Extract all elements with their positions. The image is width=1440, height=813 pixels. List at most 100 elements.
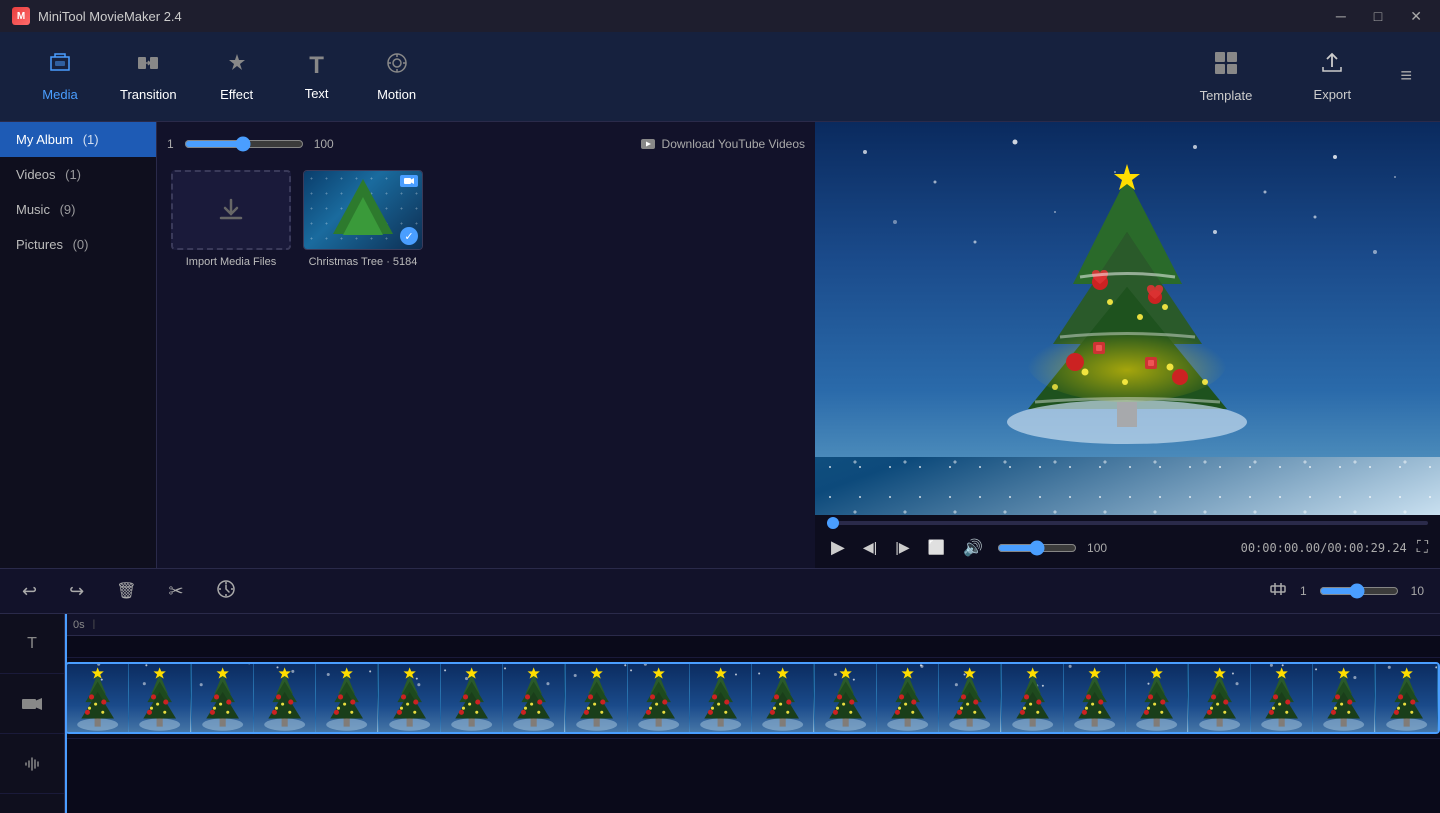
hamburger-button[interactable]: ≡ — [1392, 57, 1420, 96]
text-label: Text — [305, 86, 329, 101]
music-count: (9) — [56, 202, 76, 217]
title-bar: M MiniTool MovieMaker 2.4 ─ □ ✕ — [0, 0, 1440, 32]
toolbar: Media Transition Effect T Text — [0, 32, 1440, 122]
import-thumbnail[interactable] — [171, 170, 291, 250]
minimize-button[interactable]: ─ — [1330, 6, 1352, 27]
strip-frame — [67, 664, 129, 732]
effect-icon — [225, 51, 249, 81]
controls-row: ▶ ◀| |▶ ⬜ 🔊 100 00:00:00.00/00:00:29.24 … — [827, 533, 1428, 562]
detach-button[interactable] — [210, 575, 242, 608]
strip-frame — [1189, 664, 1251, 732]
toolbar-item-media[interactable]: Media — [20, 43, 100, 110]
timeline-toolbar: ↩ ↪ 🗑 ✂ 1 10 — [0, 569, 1440, 614]
xmas-tree-shape — [333, 179, 393, 234]
strip-frame — [690, 664, 752, 732]
download-youtube-link[interactable]: Download YouTube Videos — [640, 136, 805, 152]
progress-dot — [827, 517, 839, 529]
ruler-playhead-marker: | — [93, 619, 96, 630]
progress-bar-container[interactable] — [827, 521, 1428, 525]
transition-icon — [136, 51, 160, 81]
volume-slider[interactable] — [997, 540, 1077, 556]
timeline-zoom-right: 10 — [1411, 584, 1424, 598]
step-forward-button[interactable]: |▶ — [891, 535, 913, 560]
transition-label: Transition — [120, 87, 177, 102]
strip-frame — [1126, 664, 1188, 732]
toolbar-item-text[interactable]: T Text — [277, 44, 357, 109]
motion-icon — [385, 51, 409, 81]
toolbar-item-effect[interactable]: Effect — [197, 43, 277, 110]
timeline-playhead[interactable] — [65, 614, 67, 813]
timeline-ruler-label: 0s — [73, 619, 85, 631]
strip-frame — [877, 664, 939, 732]
strip-frame — [1064, 664, 1126, 732]
strip-frame — [1313, 664, 1375, 732]
youtube-icon — [640, 136, 656, 152]
text-icon: T — [309, 52, 324, 80]
strip-frame — [503, 664, 565, 732]
christmas-tree-thumbnail: ✓ — [303, 170, 423, 250]
strip-frame — [254, 664, 316, 732]
toolbar-item-motion[interactable]: Motion — [357, 43, 437, 110]
timeline-tracks: 0s | — [65, 614, 1440, 813]
motion-label: Motion — [377, 87, 416, 102]
strip-frame — [1002, 664, 1064, 732]
maximize-button[interactable]: □ — [1368, 6, 1388, 27]
text-track-row — [65, 636, 1440, 658]
cut-button[interactable]: ✂ — [163, 577, 190, 606]
volume-button[interactable]: 🔊 — [959, 534, 987, 562]
strip-frame — [1251, 664, 1313, 732]
fit-button[interactable] — [1268, 579, 1288, 604]
video-badge — [400, 175, 418, 187]
audio-track-icon — [0, 734, 64, 794]
sidebar: My Album (1) Videos (1) Music (9) Pictur… — [0, 122, 157, 568]
zoom-slider[interactable] — [184, 136, 304, 152]
toolbar-item-export[interactable]: Export — [1292, 43, 1372, 110]
strip-frame — [939, 664, 1001, 732]
sidebar-item-my-album[interactable]: My Album (1) — [0, 122, 156, 157]
preview-video — [815, 122, 1440, 515]
media-icon — [48, 51, 72, 81]
timeline-zoom-slider[interactable] — [1319, 583, 1399, 599]
toolbar-item-template[interactable]: Template — [1180, 42, 1273, 111]
christmas-tree-item[interactable]: ✓ Christmas Tree · 5184 — [303, 170, 423, 268]
videos-label: Videos — [16, 167, 56, 182]
strip-frame — [129, 664, 191, 732]
sidebar-item-videos[interactable]: Videos (1) — [0, 157, 156, 192]
sidebar-item-pictures[interactable]: Pictures (0) — [0, 227, 156, 262]
audio-track-row — [65, 738, 1440, 793]
strip-frame — [379, 664, 441, 732]
zoom-value: 100 — [314, 137, 334, 151]
import-icon — [215, 194, 247, 226]
timeline-area: ↩ ↪ 🗑 ✂ 1 10 T — [0, 568, 1440, 813]
export-label: Export — [1314, 87, 1352, 102]
my-album-label: My Album — [16, 132, 73, 147]
toolbar-item-transition[interactable]: Transition — [100, 43, 197, 110]
video-badge-icon — [404, 177, 414, 185]
sidebar-item-music[interactable]: Music (9) — [0, 192, 156, 227]
export-icon — [1320, 51, 1344, 81]
strip-frame — [441, 664, 503, 732]
videos-count: (1) — [62, 167, 82, 182]
toolbar-right: Template Export ≡ — [1180, 42, 1420, 111]
undo-button[interactable]: ↩ — [16, 577, 43, 606]
close-button[interactable]: ✕ — [1404, 6, 1428, 27]
import-media-item[interactable]: Import Media Files — [171, 170, 291, 268]
play-button[interactable]: ▶ — [827, 533, 849, 562]
title-bar-controls: ─ □ ✕ — [1330, 6, 1428, 27]
media-check-mark: ✓ — [400, 227, 418, 245]
text-track-icon: T — [0, 614, 64, 674]
strip-frame — [566, 664, 628, 732]
step-back-button[interactable]: ◀| — [859, 535, 881, 560]
media-grid: Import Media Files ✓ — [167, 166, 805, 272]
time-display: 00:00:00.00/00:00:29.24 — [1241, 541, 1407, 555]
timeline-zoom-left: 1 — [1300, 584, 1307, 598]
redo-button[interactable]: ↪ — [63, 577, 90, 606]
video-track-row — [65, 658, 1440, 738]
main-content: My Album (1) Videos (1) Music (9) Pictur… — [0, 122, 1440, 568]
delete-button[interactable]: 🗑 — [110, 577, 142, 605]
pictures-label: Pictures — [16, 237, 63, 252]
video-strip[interactable] — [65, 662, 1440, 734]
fullscreen-button[interactable]: ⛶ — [1417, 539, 1428, 557]
effect-label: Effect — [220, 87, 253, 102]
crop-button[interactable]: ⬜ — [924, 535, 949, 560]
